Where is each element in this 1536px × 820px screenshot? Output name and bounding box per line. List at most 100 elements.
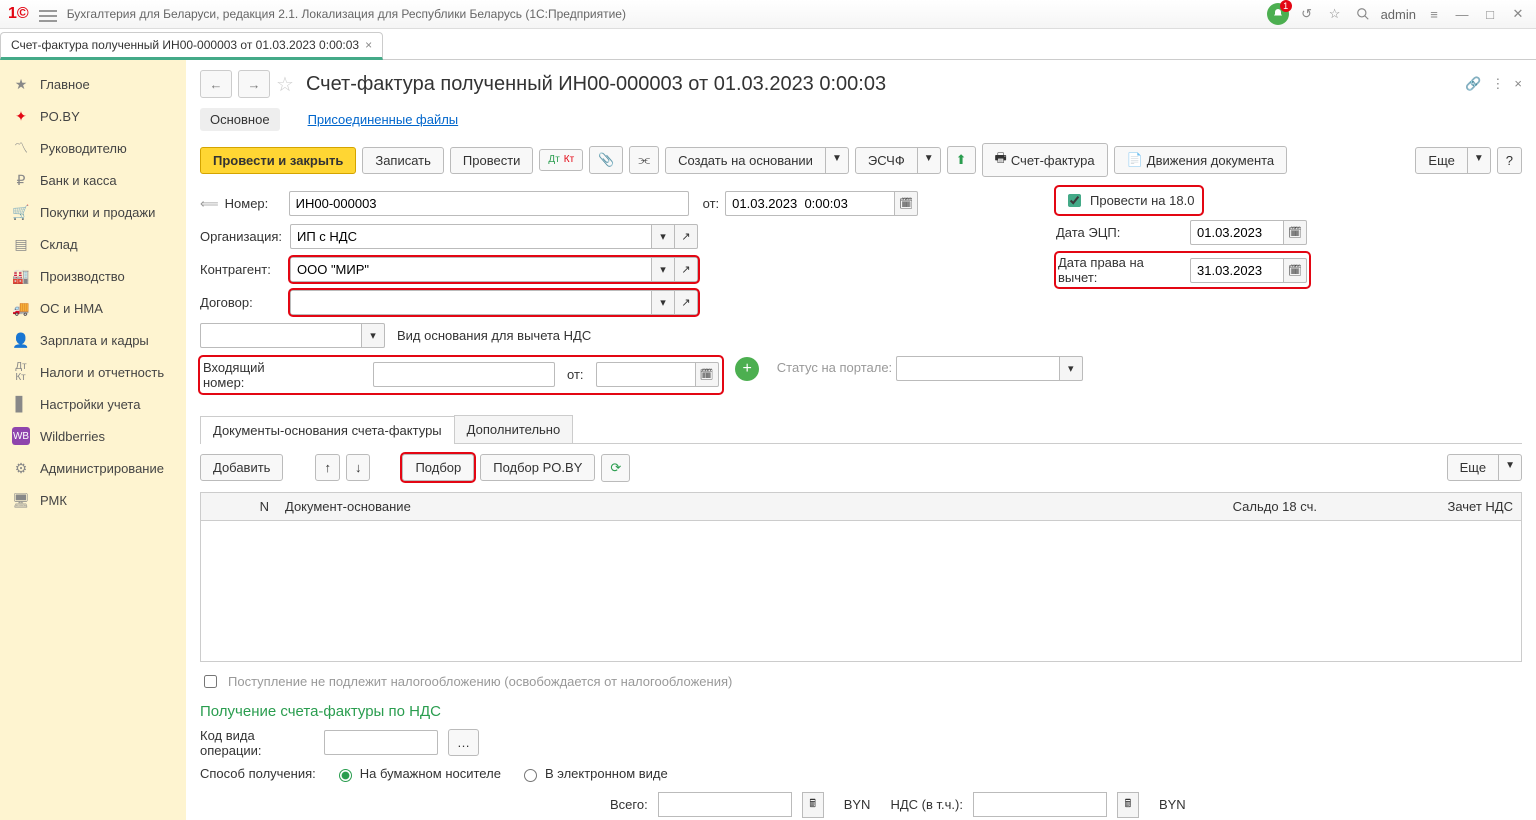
- basis-select[interactable]: ▾: [200, 323, 385, 348]
- col-saldo[interactable]: Сальдо 18 сч.: [1129, 493, 1325, 520]
- move-down-button[interactable]: ↓: [346, 454, 371, 481]
- add-row-button[interactable]: Добавить: [200, 454, 283, 481]
- close-window-icon[interactable]: ✕: [1508, 4, 1528, 24]
- create-based-on-button[interactable]: Создать на основании▼: [665, 147, 849, 174]
- sidebar-item-wb[interactable]: WBWildberries: [0, 420, 186, 452]
- open-icon[interactable]: ↗: [675, 290, 698, 315]
- post-and-close-button[interactable]: Провести и закрыть: [200, 147, 356, 174]
- dog-input[interactable]: ▾ ↗: [290, 290, 698, 315]
- subtab-main[interactable]: Основное: [200, 108, 280, 131]
- dropdown-icon[interactable]: ▾: [362, 323, 385, 348]
- document-tab[interactable]: Счет-фактура полученный ИН00-000003 от 0…: [0, 32, 383, 60]
- sidebar-item-manager[interactable]: 〽Руководителю: [0, 132, 186, 164]
- sidebar-item-hr[interactable]: 👤Зарплата и кадры: [0, 324, 186, 356]
- burger-icon[interactable]: [39, 7, 57, 21]
- radio-electronic[interactable]: В электронном виде: [519, 766, 668, 782]
- sidebar-item-rmk[interactable]: 🖥РМК: [0, 484, 186, 516]
- dropdown-icon[interactable]: ▾: [652, 224, 675, 249]
- link-icon[interactable]: 🔗: [1465, 76, 1481, 92]
- print-invoice-button[interactable]: 🖶 Счет-фактура: [982, 143, 1108, 177]
- eschf-button[interactable]: ЭСЧФ▼: [855, 147, 941, 174]
- sidebar-item-poby[interactable]: ✦PO.BY: [0, 100, 186, 132]
- total-label: Всего:: [610, 797, 648, 812]
- sidebar-item-admin[interactable]: ⚙Администрирование: [0, 452, 186, 484]
- contr-input[interactable]: ▾ ↗: [290, 257, 698, 282]
- date-input[interactable]: 🗓: [725, 191, 918, 216]
- col-n[interactable]: N: [201, 493, 277, 520]
- sidebar-item-stock[interactable]: ▤Склад: [0, 228, 186, 260]
- save-button[interactable]: Записать: [362, 147, 444, 174]
- menu-icon[interactable]: ≡: [1424, 4, 1444, 24]
- dropdown-icon[interactable]: ▾: [652, 257, 675, 282]
- main-content: ← → ☆ Счет-фактура полученный ИН00-00000…: [186, 60, 1536, 820]
- sidebar-item-production[interactable]: 🏭Производство: [0, 260, 186, 292]
- favorite-star-icon[interactable]: ☆: [276, 72, 294, 97]
- deduct-date-input[interactable]: 🗓: [1190, 258, 1307, 283]
- org-input[interactable]: ▾ ↗: [290, 224, 698, 249]
- ecp-date-input[interactable]: 🗓: [1190, 220, 1307, 245]
- portal-status-input[interactable]: ▾: [896, 356, 1083, 381]
- pick-button[interactable]: Подбор: [402, 454, 474, 481]
- notification-bell-icon[interactable]: [1267, 3, 1289, 25]
- col-doc[interactable]: Документ-основание: [277, 493, 1129, 520]
- kebab-icon[interactable]: ⋮: [1491, 76, 1504, 92]
- sidebar-item-assets[interactable]: 🚚ОС и НМА: [0, 292, 186, 324]
- sidebar-item-taxes[interactable]: ДтКтНалоги и отчетность: [0, 356, 186, 388]
- radio-paper[interactable]: На бумажном носителе: [334, 766, 501, 782]
- sidebar-item-bank[interactable]: ₽Банк и касса: [0, 164, 186, 196]
- sidebar-item-settings[interactable]: ▋Настройки учета: [0, 388, 186, 420]
- calendar-icon[interactable]: 🗓: [696, 362, 719, 387]
- movements-button[interactable]: 📄 Движения документа: [1114, 146, 1288, 174]
- move-up-button[interactable]: ↑: [315, 454, 340, 481]
- tab-basis-docs[interactable]: Документы-основания счета-фактуры: [200, 416, 455, 444]
- op-code-open-button[interactable]: …: [448, 729, 479, 756]
- nav-back-button[interactable]: ←: [200, 70, 232, 98]
- col-zachet[interactable]: Зачет НДС: [1325, 493, 1521, 520]
- incoming-input[interactable]: [373, 362, 555, 387]
- calendar-icon[interactable]: 🗓: [1284, 220, 1307, 245]
- not-taxable-checkbox[interactable]: [204, 675, 217, 688]
- help-button[interactable]: ?: [1497, 147, 1522, 174]
- dtkt-icon-button[interactable]: ДтКт: [539, 149, 583, 171]
- attach-icon-button[interactable]: 📎: [589, 146, 623, 174]
- prev-icon[interactable]: ⟸: [200, 196, 219, 212]
- history-icon[interactable]: ↺: [1297, 4, 1317, 24]
- calendar-icon[interactable]: 🗓: [1284, 258, 1307, 283]
- open-icon[interactable]: ↗: [675, 224, 698, 249]
- dropdown-icon[interactable]: ▾: [1060, 356, 1083, 381]
- close-page-icon[interactable]: ×: [1514, 76, 1522, 92]
- incoming-label: Входящий номер:: [203, 360, 303, 390]
- post18-checkbox[interactable]: [1068, 194, 1081, 207]
- maximize-icon[interactable]: □: [1480, 4, 1500, 24]
- total-input[interactable]: [658, 792, 792, 817]
- add-green-button[interactable]: +: [735, 357, 759, 381]
- sidebar-item-sales[interactable]: 🛒Покупки и продажи: [0, 196, 186, 228]
- dropdown-icon[interactable]: ▾: [652, 290, 675, 315]
- table-more-button[interactable]: Еще▼: [1447, 454, 1522, 481]
- more-button[interactable]: Еще▼: [1415, 147, 1490, 174]
- user-name[interactable]: admin: [1381, 7, 1416, 22]
- post-button[interactable]: Провести: [450, 147, 534, 174]
- calc-icon[interactable]: 🖩: [802, 792, 824, 818]
- pick-poby-button[interactable]: Подбор PO.BY: [480, 454, 595, 481]
- minimize-icon[interactable]: —: [1452, 4, 1472, 24]
- inc-date-input[interactable]: 🗓: [596, 362, 719, 387]
- calc-icon[interactable]: 🖩: [1117, 792, 1139, 818]
- document-tab-label: Счет-фактура полученный ИН00-000003 от 0…: [11, 38, 359, 52]
- op-code-input[interactable]: [324, 730, 438, 755]
- calendar-icon[interactable]: 🗓: [895, 191, 918, 216]
- subtab-files[interactable]: Присоединенные файлы: [298, 108, 469, 131]
- nds-input[interactable]: [973, 792, 1107, 817]
- upload-icon-button[interactable]: ⬆: [947, 146, 976, 174]
- search-icon[interactable]: [1353, 4, 1373, 24]
- number-input[interactable]: [289, 191, 689, 216]
- refresh-button[interactable]: ⟳: [601, 454, 630, 482]
- tab-additional[interactable]: Дополнительно: [454, 415, 574, 443]
- star-icon[interactable]: ☆: [1325, 4, 1345, 24]
- sidebar-item-main[interactable]: ★Главное: [0, 68, 186, 100]
- open-icon[interactable]: ↗: [675, 257, 698, 282]
- structure-icon-button[interactable]: ⫘: [629, 146, 659, 174]
- nav-forward-button[interactable]: →: [238, 70, 270, 98]
- post-on-18-checkbox[interactable]: Провести на 18.0: [1056, 187, 1202, 214]
- close-tab-icon[interactable]: ×: [365, 38, 372, 52]
